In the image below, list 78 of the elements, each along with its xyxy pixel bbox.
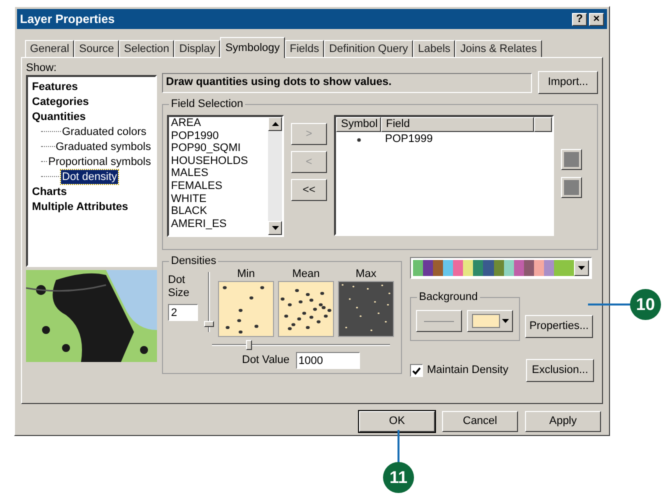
- field-list-item[interactable]: POP90_SQMI: [171, 142, 266, 155]
- scroll-up-icon[interactable]: [272, 122, 278, 126]
- dot-density-preview: [218, 281, 274, 337]
- column-header[interactable]: Field: [381, 117, 534, 132]
- tree-item[interactable]: Dot density: [61, 170, 118, 184]
- dropdown-arrow-icon: [502, 319, 508, 323]
- move-up-button[interactable]: [561, 149, 582, 170]
- tab[interactable]: Fields: [284, 40, 324, 57]
- dialog-button[interactable]: Apply: [525, 411, 601, 432]
- dot-value-label: Dot Value: [242, 353, 290, 368]
- line-icon: [424, 320, 454, 322]
- column-header[interactable]: [534, 117, 552, 132]
- dot-size-label: Dot Size: [168, 274, 190, 300]
- slider-thumb[interactable]: [204, 320, 214, 327]
- field-list-item[interactable]: AREA: [171, 117, 266, 130]
- tree-item[interactable]: Graduated colors: [61, 124, 148, 138]
- outline-button[interactable]: [416, 310, 462, 332]
- field-list-item[interactable]: HOUSEHOLDS: [171, 154, 266, 168]
- fill-color-button[interactable]: [467, 310, 513, 332]
- move-field-button[interactable]: <<: [291, 179, 327, 201]
- field-list-item[interactable]: AMERI_ES: [171, 218, 266, 230]
- field-list-item[interactable]: POP1990: [171, 130, 266, 142]
- import-button[interactable]: Import...: [538, 71, 598, 94]
- dot-density-preview: [338, 281, 394, 337]
- exclusion-button[interactable]: Exclusion...: [526, 359, 594, 382]
- dot-value-field[interactable]: 1000: [296, 352, 360, 369]
- callout-badge: 11: [383, 462, 414, 493]
- dot-size-slider[interactable]: [204, 272, 214, 332]
- field-list-item[interactable]: WHITE: [171, 192, 266, 206]
- dot-density-preview: [278, 281, 334, 337]
- column-header[interactable]: Symbol: [336, 117, 381, 132]
- dialog-button[interactable]: Cancel: [442, 411, 518, 432]
- tree-item[interactable]: Charts: [31, 184, 68, 198]
- maintain-density-label: Maintain Density: [427, 363, 508, 378]
- tree-item[interactable]: Features: [31, 80, 79, 94]
- leader-line: [397, 430, 400, 463]
- maintain-density-checkbox[interactable]: [410, 364, 423, 377]
- tree-item[interactable]: Categories: [31, 94, 90, 108]
- color-ramp-dropdown[interactable]: [410, 257, 592, 279]
- tab[interactable]: Symbology: [220, 37, 285, 58]
- tab[interactable]: Display: [174, 40, 220, 57]
- description-text: Draw quantities using dots to show values.: [166, 75, 392, 90]
- scroll-down-icon[interactable]: [272, 226, 278, 230]
- dialog-button[interactable]: OK: [359, 411, 435, 432]
- slider-thumb[interactable]: [246, 340, 252, 350]
- move-down-button[interactable]: [561, 177, 582, 198]
- tree-item[interactable]: Proportional symbols: [47, 154, 152, 168]
- callout-badge: 10: [630, 289, 661, 320]
- field-list-item[interactable]: MALES: [171, 167, 266, 180]
- dot-symbol-icon: [356, 138, 360, 142]
- preview-label: Max: [356, 268, 376, 281]
- close-button[interactable]: ×: [589, 12, 604, 26]
- tree-item[interactable]: Multiple Attributes: [31, 200, 130, 214]
- tree-item[interactable]: Graduated symbols: [54, 140, 152, 154]
- dot-value-slider[interactable]: [212, 340, 390, 350]
- tree-item[interactable]: Quantities: [31, 110, 87, 124]
- preview-label: Mean: [292, 268, 320, 281]
- group-title: Background: [417, 290, 480, 304]
- tab[interactable]: Definition Query: [324, 40, 413, 57]
- window-title: Layer Properties: [20, 11, 115, 28]
- properties-button[interactable]: Properties...: [525, 315, 593, 338]
- tab[interactable]: Labels: [412, 40, 456, 57]
- square-icon: [564, 180, 579, 195]
- leader-line: [588, 303, 632, 306]
- field-list-item[interactable]: BLACK: [171, 205, 266, 218]
- dot-size-field[interactable]: 2: [168, 304, 198, 321]
- tab[interactable]: Joins & Relates: [455, 40, 542, 57]
- tab[interactable]: Source: [74, 40, 119, 57]
- tab[interactable]: General: [25, 40, 74, 57]
- scrollbar[interactable]: [268, 117, 282, 235]
- field-list-item[interactable]: FEMALES: [171, 180, 266, 193]
- dropdown-arrow-icon: [578, 266, 585, 270]
- help-button[interactable]: ?: [572, 12, 587, 26]
- show-label: Show:: [26, 62, 58, 75]
- tab[interactable]: Selection: [119, 40, 174, 57]
- table-cell-text: POP1999: [384, 132, 434, 148]
- preview-label: Min: [237, 268, 255, 281]
- square-icon: [564, 152, 579, 167]
